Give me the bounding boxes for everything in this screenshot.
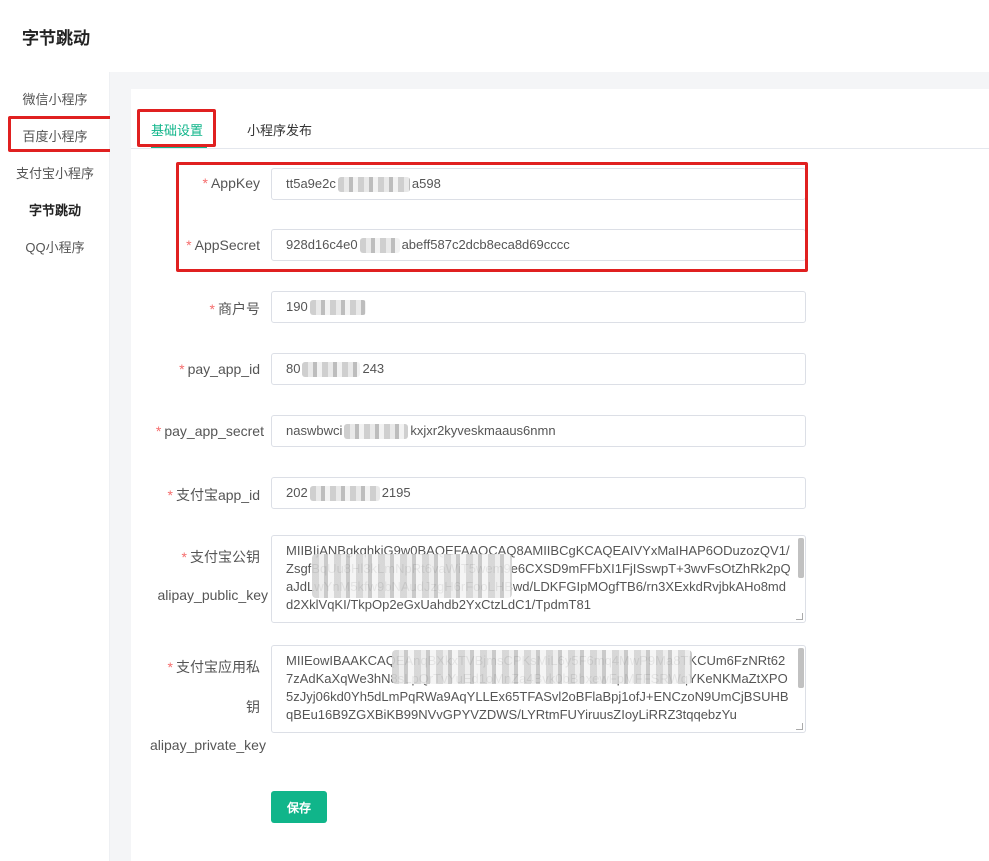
appsecret-label: * AppSecret (186, 237, 260, 253)
redacted-mask (392, 650, 692, 684)
scrollbar-thumb[interactable] (798, 538, 804, 578)
alipay-public-key-label: * 支付宝公钥 (181, 549, 260, 565)
required-mark: * (209, 301, 215, 317)
merchant-no-label: * 商户号 (209, 301, 260, 317)
alipay-private-key-textarea[interactable]: MIIEowIBAAKCAQEAnqBXkxTVBjmsCPKsMiL6y5F6… (271, 645, 806, 733)
redacted-mask (309, 300, 366, 316)
appkey-label: * AppKey (202, 175, 261, 191)
required-mark: * (167, 487, 173, 503)
redacted-mask (344, 424, 409, 440)
pay-app-secret-label: * pay_app_secret (155, 423, 264, 439)
sidebar-item-baidu[interactable]: 百度小程序 (0, 126, 110, 145)
pay-app-secret-input[interactable]: naswbwci kxjxr2kyveskmaaus6nmn (271, 415, 806, 447)
alipay-private-key-sublabel: alipay_private_key (150, 737, 266, 753)
resize-handle[interactable] (796, 613, 803, 620)
tab-basic-settings[interactable]: 基础设置 (151, 120, 203, 139)
redacted-mask (312, 554, 512, 598)
pay-app-id-input[interactable]: 80 243 (271, 353, 806, 385)
required-mark: * (179, 361, 185, 377)
alipay-private-key-label: * 支付宝应用私 (167, 659, 260, 675)
alipay-app-id-label: * 支付宝app_id (167, 487, 261, 503)
alipay-app-id-input[interactable]: 202 2195 (271, 477, 806, 509)
appsecret-input[interactable]: 928d16c4e0 abeff587c2dcb8eca8d69cccc (271, 229, 806, 261)
app-title: 字节跳动 (22, 29, 90, 48)
required-mark: * (167, 659, 173, 675)
redacted-mask (359, 238, 400, 254)
required-mark: * (181, 549, 187, 565)
redacted-mask (337, 177, 410, 193)
save-button[interactable]: 保存 (271, 791, 327, 823)
tab-miniprogram-publish[interactable]: 小程序发布 (247, 120, 312, 139)
tab-bar: 基础设置 小程序发布 (131, 107, 989, 149)
redacted-mask (302, 362, 361, 378)
sidebar-item-alipay[interactable]: 支付宝小程序 (0, 163, 110, 182)
appkey-input[interactable]: tt5a9e2c a598 (271, 168, 806, 200)
alipay-public-key-sublabel: alipay_public_key (157, 587, 268, 603)
alipay-private-key-label-cont: 钥 (246, 699, 260, 715)
required-mark: * (155, 423, 162, 439)
sidebar-item-qq[interactable]: QQ小程序 (0, 237, 110, 256)
redacted-mask (309, 486, 380, 502)
tab-active-indicator (151, 146, 207, 148)
sidebar: 微信小程序 百度小程序 支付宝小程序 字节跳动 QQ小程序 (0, 72, 110, 861)
required-mark: * (202, 175, 208, 191)
alipay-public-key-textarea[interactable]: MIIBIjANBgkqhkiG9w0BAQEFAAOCAQ8AMIIBCgKC… (271, 535, 806, 623)
sidebar-item-bytedance[interactable]: 字节跳动 (0, 200, 110, 219)
pay-app-id-label: * pay_app_id (179, 361, 260, 377)
scrollbar-thumb[interactable] (798, 648, 804, 688)
required-mark: * (186, 237, 192, 253)
sidebar-item-wechat[interactable]: 微信小程序 (0, 89, 110, 108)
resize-handle[interactable] (796, 723, 803, 730)
merchant-no-input[interactable]: 190 (271, 291, 806, 323)
